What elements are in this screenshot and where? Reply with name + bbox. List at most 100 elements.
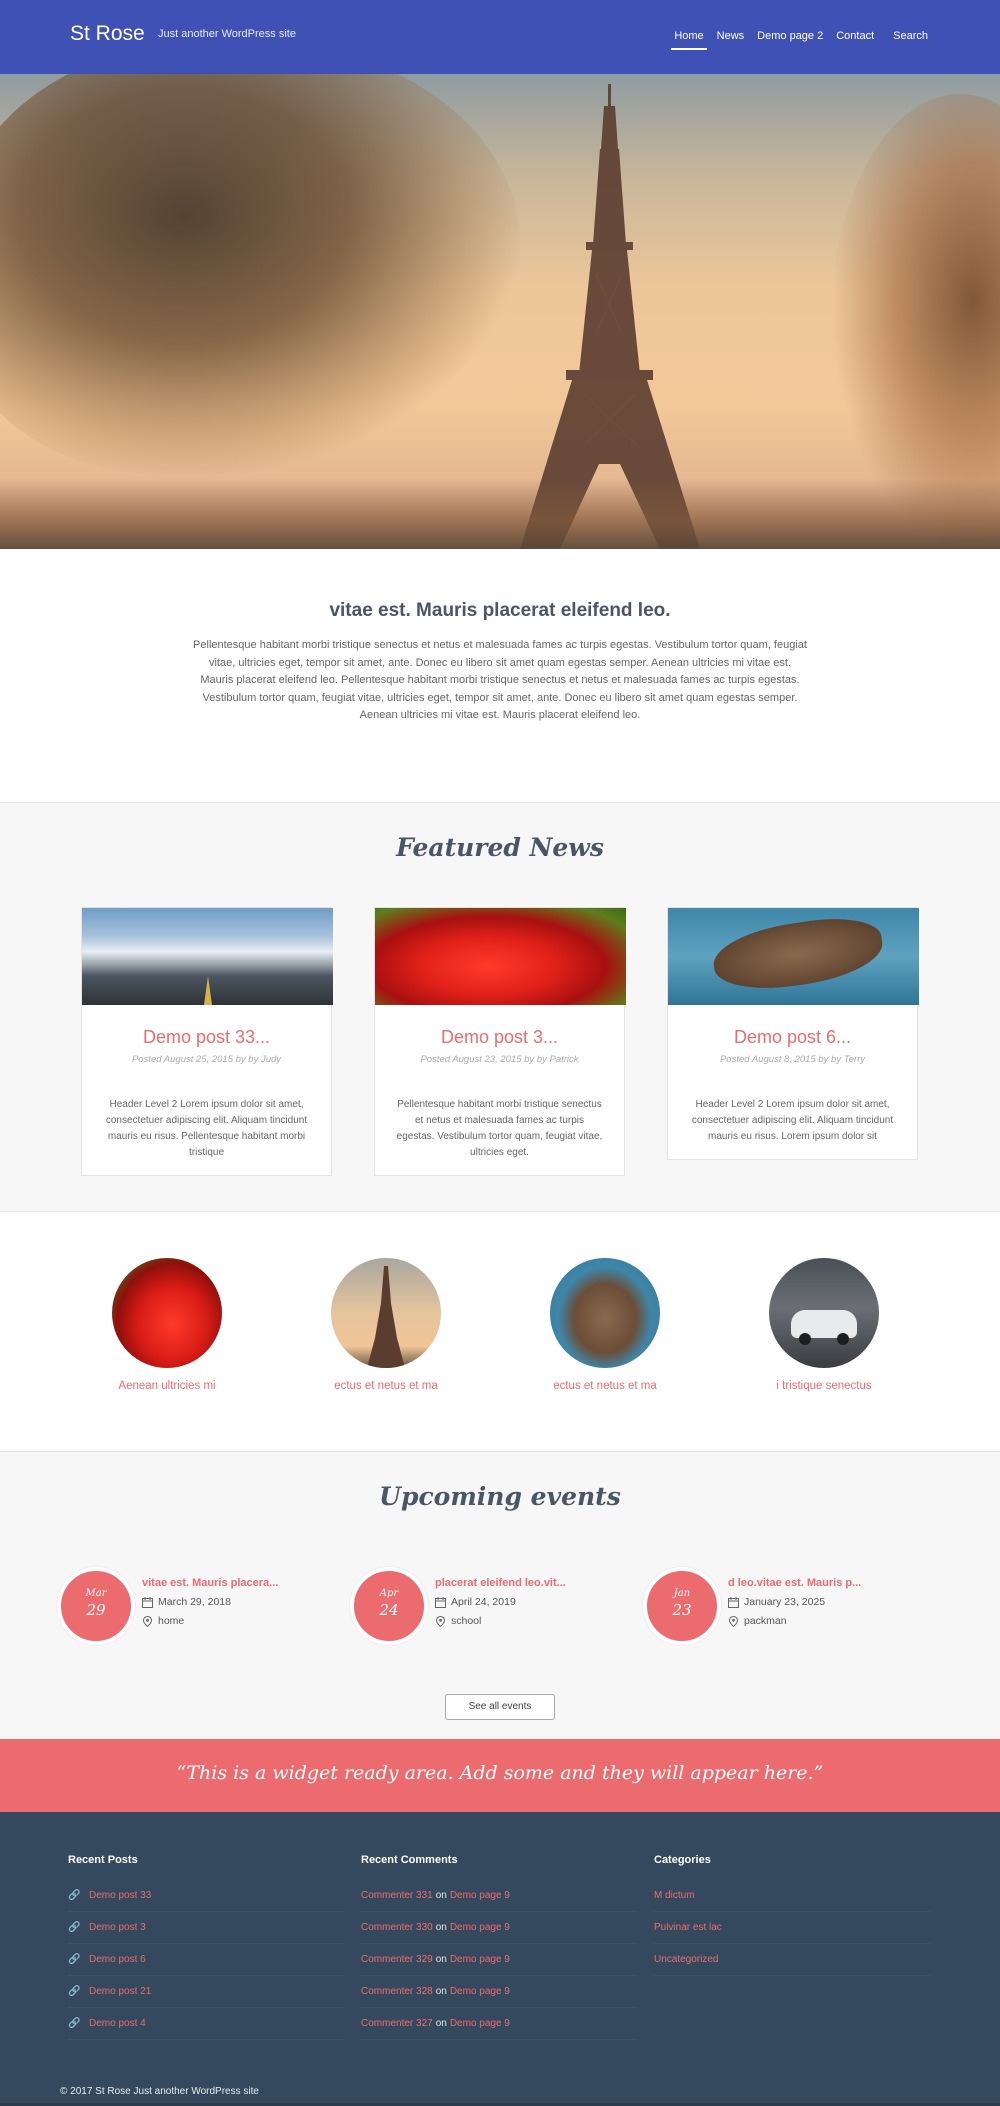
- recent-post-item: 🔗 Demo post 4: [68, 2008, 344, 2040]
- widget-area-banner: “This is a widget ready area. Add some a…: [0, 1739, 1000, 1812]
- link-icon: 🔗: [68, 1890, 81, 1901]
- map-pin-icon: [728, 1615, 739, 1627]
- comment-author-link[interactable]: Commenter 330: [361, 1922, 433, 1933]
- recent-post-link[interactable]: Demo post 4: [89, 2018, 146, 2029]
- gallery-item: i tristique senectus: [734, 1258, 914, 1392]
- nav-search[interactable]: Search: [893, 30, 928, 50]
- category-item: Uncategorized: [654, 1944, 930, 1976]
- comment-on-word: on: [435, 1922, 447, 1933]
- event-location: school: [435, 1615, 481, 1627]
- event-day: 29: [86, 1601, 106, 1619]
- gallery-image-car[interactable]: [769, 1258, 879, 1368]
- comment-author-link[interactable]: Commenter 328: [361, 1986, 433, 1997]
- news-card-meta: Posted August 23, 2015 by by Patrick: [420, 1054, 579, 1065]
- category-link[interactable]: M dictum: [654, 1890, 695, 1901]
- recent-post-link[interactable]: Demo post 21: [89, 1986, 151, 1997]
- news-card-excerpt: Header Level 2 Lorem ipsum dolor sit ame…: [691, 1099, 894, 1142]
- event-location: home: [142, 1615, 184, 1627]
- gallery-label[interactable]: Aenean ultricies mi: [77, 1380, 257, 1392]
- gallery-label[interactable]: ectus et netus et ma: [296, 1380, 476, 1392]
- recent-post-link[interactable]: Demo post 3: [89, 1922, 146, 1933]
- news-card-image-red-leaf[interactable]: [375, 908, 626, 1005]
- event-title[interactable]: vitae est. Mauris placera...: [142, 1577, 278, 1589]
- copyright-text: © 2017 St Rose Just another WordPress si…: [60, 2086, 259, 2097]
- intro-text: Pellentesque habitant morbi tristique se…: [193, 639, 807, 721]
- recent-comment-item: Commenter 331 on Demo page 9: [361, 1880, 637, 1912]
- link-icon: 🔗: [68, 1986, 81, 1997]
- comment-on-word: on: [435, 1986, 447, 1997]
- event-date: January 23, 2025: [728, 1596, 825, 1608]
- link-icon: 🔗: [68, 2018, 81, 2029]
- site-tagline: Just another WordPress site: [158, 28, 296, 40]
- event-title[interactable]: placerat eleifend leo.vit...: [435, 1577, 566, 1589]
- comment-author-link[interactable]: Commenter 327: [361, 2018, 433, 2029]
- category-item: Pulvinar est lac: [654, 1912, 930, 1944]
- news-card-meta: Posted August 8, 2015 by by Terry: [719, 1054, 866, 1065]
- comment-post-link[interactable]: Demo page 9: [450, 1986, 510, 1997]
- comment-post-link[interactable]: Demo page 9: [450, 1954, 510, 1965]
- news-card-excerpt: Pellentesque habitant morbi tristique se…: [396, 1099, 603, 1158]
- footer-recent-comments: Recent Comments Commenter 331 on Demo page…: [361, 1854, 637, 2040]
- news-card-excerpt: Header Level 2 Lorem ipsum dolor sit ame…: [105, 1099, 308, 1158]
- see-all-events-button[interactable]: See all events: [445, 1694, 555, 1720]
- recent-comment-item: Commenter 327 on Demo page 9: [361, 2008, 637, 2040]
- news-card-title[interactable]: Demo post 3...: [375, 1027, 624, 1048]
- gallery-image-wet-leaf[interactable]: [550, 1258, 660, 1368]
- event-location-text: school: [451, 1615, 482, 1627]
- site-title[interactable]: St Rose: [70, 22, 145, 46]
- comment-post-link[interactable]: Demo page 9: [450, 1922, 510, 1933]
- category-link[interactable]: Uncategorized: [654, 1954, 718, 1965]
- comment-author-link[interactable]: Commenter 329: [361, 1954, 433, 1965]
- footer-categories-heading: Categories: [654, 1854, 711, 1866]
- event-location: packman: [728, 1615, 787, 1627]
- recent-post-link[interactable]: Demo post 33: [89, 1890, 151, 1901]
- news-card: Demo post 6... Posted August 8, 2015 by …: [667, 907, 919, 1160]
- recent-comments-list: Commenter 331 on Demo page 9 Commenter 330…: [361, 1880, 637, 2040]
- footer-recent-posts: Recent Posts 🔗 Demo post 33 🔗 Demo post 3 …: [68, 1854, 344, 2040]
- calendar-icon: [728, 1596, 739, 1608]
- nav-item-news[interactable]: News: [717, 30, 745, 50]
- footer-recent-comments-heading: Recent Comments: [361, 1854, 458, 1866]
- news-card-image-mountain-road[interactable]: [82, 908, 333, 1005]
- event-day: 24: [379, 1601, 399, 1619]
- intro-title: vitae est. Mauris placerat eleifend leo.: [329, 600, 671, 621]
- event-location-text: home: [158, 1615, 185, 1627]
- gallery-image-eiffel-tower[interactable]: [331, 1258, 441, 1368]
- featured-news-heading: Featured News: [396, 833, 604, 862]
- gallery-label[interactable]: i tristique senectus: [734, 1380, 914, 1392]
- news-card-meta: Posted August 25, 2015 by by Judy: [131, 1054, 282, 1065]
- link-icon: 🔗: [68, 1922, 81, 1933]
- news-card-title[interactable]: Demo post 6...: [668, 1027, 917, 1048]
- event-date-badge: Mar 29: [57, 1567, 135, 1645]
- comment-post-link[interactable]: Demo page 9: [450, 1890, 510, 1901]
- category-link[interactable]: Pulvinar est lac: [654, 1922, 722, 1933]
- recent-post-item: 🔗 Demo post 6: [68, 1944, 344, 1976]
- event-location-text: packman: [744, 1615, 787, 1627]
- gallery-item: ectus et netus et ma: [296, 1258, 476, 1392]
- event-month: Mar: [85, 1588, 107, 1599]
- site-footer: Recent Posts 🔗 Demo post 33 🔗 Demo post 3 …: [0, 1812, 1000, 2106]
- calendar-icon: [142, 1596, 153, 1608]
- main-nav: Home News Demo page 2 Contact Search: [671, 30, 928, 50]
- gallery-tower-shape: [367, 1266, 405, 1368]
- nav-item-home[interactable]: Home: [671, 30, 708, 50]
- comment-post-link[interactable]: Demo page 9: [450, 2018, 510, 2029]
- event-title[interactable]: d leo.vitae est. Mauris p...: [728, 1577, 861, 1589]
- recent-comment-item: Commenter 329 on Demo page 9: [361, 1944, 637, 1976]
- recent-post-link[interactable]: Demo post 6: [89, 1954, 146, 1965]
- gallery-image-red-leaf[interactable]: [112, 1258, 222, 1368]
- news-card-title[interactable]: Demo post 33...: [82, 1027, 331, 1048]
- gallery-label[interactable]: ectus et netus et ma: [515, 1380, 695, 1392]
- gallery-item: ectus et netus et ma: [515, 1258, 695, 1392]
- recent-post-item: 🔗 Demo post 3: [68, 1912, 344, 1944]
- event-day: 23: [672, 1601, 692, 1619]
- news-card: Demo post 33... Posted August 25, 2015 b…: [81, 907, 333, 1176]
- nav-item-demo-page-2[interactable]: Demo page 2: [757, 30, 823, 50]
- news-card-image-wet-leaf[interactable]: [668, 908, 919, 1005]
- recent-comment-item: Commenter 328 on Demo page 9: [361, 1976, 637, 2008]
- comment-author-link[interactable]: Commenter 331: [361, 1890, 433, 1901]
- event-date: April 24, 2019: [435, 1596, 516, 1608]
- nav-item-contact[interactable]: Contact: [836, 30, 874, 50]
- upcoming-events-heading: Upcoming events: [379, 1482, 621, 1511]
- link-icon: 🔗: [68, 1954, 81, 1965]
